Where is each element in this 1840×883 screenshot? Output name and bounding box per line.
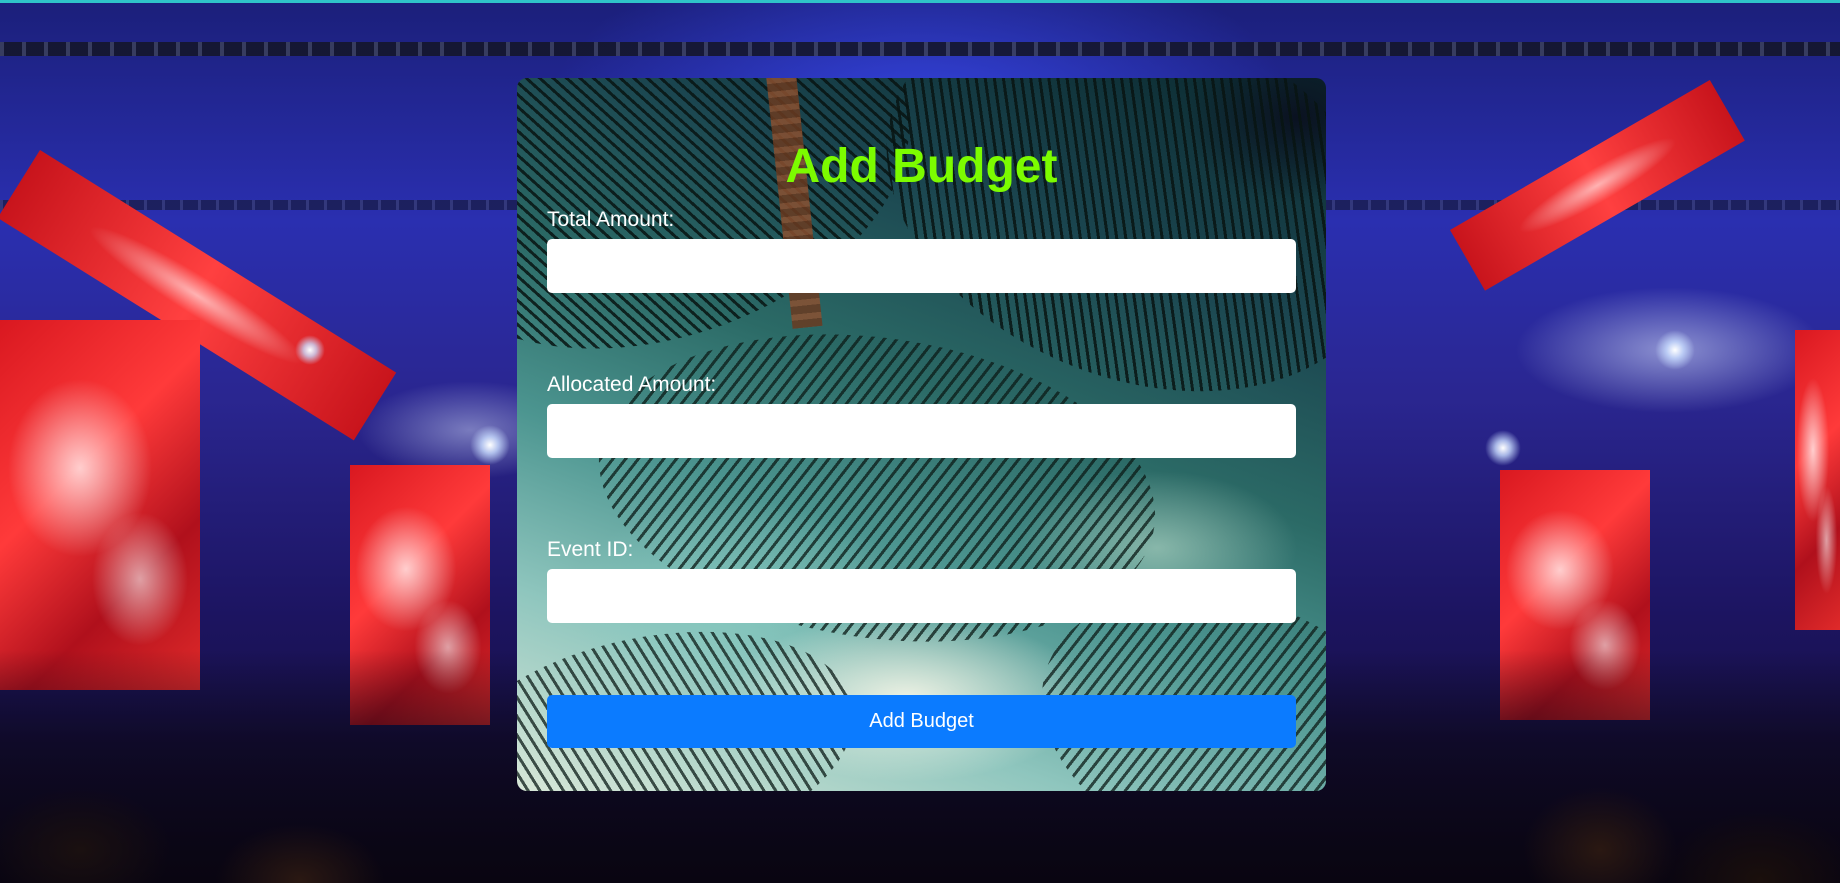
stage-truss bbox=[0, 42, 1840, 56]
event-id-label: Event ID: bbox=[547, 538, 634, 561]
spotlight bbox=[1485, 430, 1521, 466]
total-amount-group: Total Amount: bbox=[547, 207, 1296, 293]
form-title: Add Budget bbox=[785, 140, 1058, 193]
spotlight bbox=[1655, 330, 1695, 370]
spotlight bbox=[470, 425, 510, 465]
spotlight bbox=[295, 335, 325, 365]
led-screen bbox=[1795, 330, 1840, 630]
led-panel-right bbox=[1450, 80, 1745, 291]
allocated-amount-input[interactable] bbox=[547, 404, 1296, 458]
total-amount-input[interactable] bbox=[547, 239, 1296, 293]
top-accent-strip bbox=[0, 0, 1840, 3]
form-content: Add Budget Total Amount: Allocated Amoun… bbox=[517, 78, 1326, 748]
led-screen bbox=[0, 320, 200, 690]
event-id-input[interactable] bbox=[547, 569, 1296, 623]
add-budget-form: Add Budget Total Amount: Allocated Amoun… bbox=[517, 78, 1326, 791]
event-id-group: Event ID: bbox=[547, 537, 1296, 623]
allocated-amount-label: Allocated Amount: bbox=[547, 373, 717, 396]
add-budget-button[interactable]: Add Budget bbox=[547, 695, 1296, 748]
total-amount-label: Total Amount: bbox=[547, 208, 675, 231]
allocated-amount-group: Allocated Amount: bbox=[547, 372, 1296, 458]
